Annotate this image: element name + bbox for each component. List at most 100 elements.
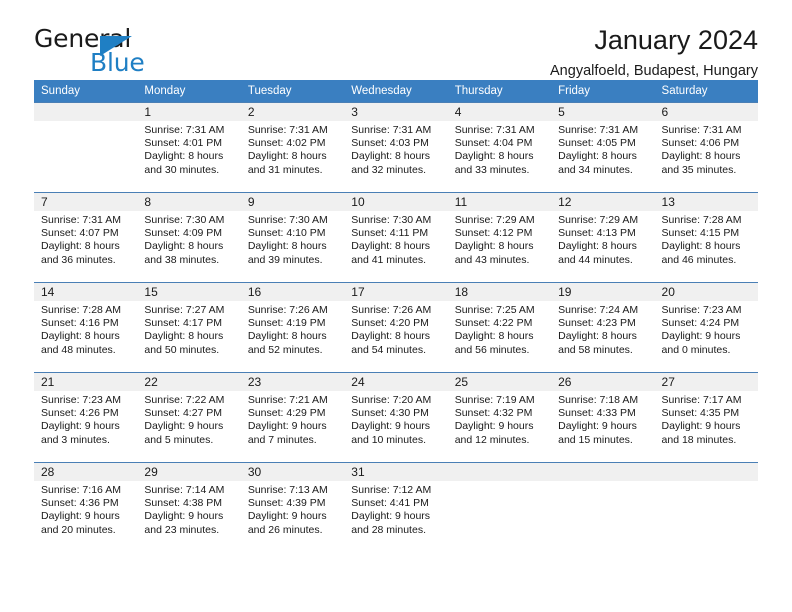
sunset-text: Sunset: 4:03 PM bbox=[351, 137, 429, 150]
calendar-day-cell[interactable]: 8 Sunrise: 7:30 AM Sunset: 4:09 PM Daylight… bbox=[137, 192, 241, 283]
calendar-day-cell[interactable] bbox=[654, 462, 758, 552]
calendar-day-cell[interactable]: 6 Sunrise: 7:31 AM Sunset: 4:06 PM Daylight… bbox=[654, 102, 758, 193]
calendar-day-cell[interactable]: 4 Sunrise: 7:31 AM Sunset: 4:04 PM Daylight… bbox=[447, 102, 552, 193]
day-details: Sunrise: 7:19 AM Sunset: 4:32 PM Daylight:… bbox=[448, 391, 551, 447]
day-details: Sunrise: 7:26 AM Sunset: 4:19 PM Daylight:… bbox=[241, 301, 344, 357]
calendar-header-row: Sunday Monday Tuesday Wednesday Thursday… bbox=[34, 80, 758, 103]
calendar-day-cell[interactable]: 9 Sunrise: 7:30 AM Sunset: 4:10 PM Daylight… bbox=[240, 192, 345, 283]
calendar-week-row: 14 Sunrise: 7:28 AM Sunset: 4:16 PM Dayligh… bbox=[34, 282, 758, 373]
sunrise-text: Sunrise: 7:29 AM bbox=[454, 214, 535, 226]
calendar-day-cell[interactable]: 15 Sunrise: 7:27 AM Sunset: 4:17 PM Dayligh… bbox=[137, 282, 241, 373]
day-details bbox=[34, 121, 137, 124]
calendar-day-cell[interactable]: 11 Sunrise: 7:29 AM Sunset: 4:12 PM Dayligh… bbox=[447, 192, 552, 283]
sunset-text: Sunset: 4:20 PM bbox=[351, 317, 429, 330]
day-number: 29 bbox=[137, 463, 241, 481]
calendar-day-cell[interactable]: 5 Sunrise: 7:31 AM Sunset: 4:05 PM Daylight… bbox=[551, 102, 655, 193]
sunset-text: Sunset: 4:06 PM bbox=[661, 137, 740, 150]
calendar-day-cell[interactable]: 31 Sunrise: 7:12 AM Sunset: 4:41 PM Dayligh… bbox=[344, 462, 448, 552]
day-number: 8 bbox=[137, 193, 241, 211]
sunset-text: Sunset: 4:04 PM bbox=[454, 137, 533, 150]
daylight-text-1: Daylight: 9 hours bbox=[41, 510, 120, 523]
calendar-day-cell[interactable]: 14 Sunrise: 7:28 AM Sunset: 4:16 PM Dayligh… bbox=[34, 282, 138, 373]
calendar-day-cell[interactable] bbox=[34, 102, 138, 193]
calendar-day-cell[interactable]: 20 Sunrise: 7:23 AM Sunset: 4:24 PM Dayligh… bbox=[654, 282, 758, 373]
sunrise-text: Sunrise: 7:28 AM bbox=[661, 214, 742, 226]
daylight-text-2: and 41 minutes. bbox=[351, 253, 426, 266]
daylight-text-1: Daylight: 9 hours bbox=[558, 420, 637, 433]
calendar-day-cell[interactable]: 29 Sunrise: 7:14 AM Sunset: 4:38 PM Dayligh… bbox=[137, 462, 241, 552]
sunrise-text: Sunrise: 7:24 AM bbox=[558, 304, 639, 316]
day-details: Sunrise: 7:28 AM Sunset: 4:15 PM Daylight:… bbox=[655, 211, 758, 267]
general-blue-logo[interactable]: General Blue bbox=[34, 24, 184, 77]
sunrise-text: Sunrise: 7:14 AM bbox=[144, 484, 225, 496]
sunset-text: Sunset: 4:17 PM bbox=[144, 317, 223, 330]
calendar-day-cell[interactable]: 2 Sunrise: 7:31 AM Sunset: 4:02 PM Daylight… bbox=[240, 102, 345, 193]
daylight-text-1: Daylight: 8 hours bbox=[558, 330, 637, 343]
day-number: 31 bbox=[344, 463, 448, 481]
day-number: 20 bbox=[654, 283, 758, 301]
daylight-text-2: and 43 minutes. bbox=[454, 253, 530, 266]
daylight-text-1: Daylight: 8 hours bbox=[558, 150, 637, 163]
daylight-text-2: and 31 minutes. bbox=[247, 163, 323, 176]
calendar-day-cell[interactable]: 24 Sunrise: 7:20 AM Sunset: 4:30 PM Dayligh… bbox=[344, 372, 448, 463]
daylight-text-1: Daylight: 9 hours bbox=[454, 420, 534, 433]
daylight-text-2: and 18 minutes. bbox=[661, 433, 737, 446]
sunset-text: Sunset: 4:30 PM bbox=[351, 407, 429, 420]
day-details: Sunrise: 7:22 AM Sunset: 4:27 PM Daylight:… bbox=[137, 391, 240, 447]
day-number: 6 bbox=[654, 103, 758, 121]
day-details: Sunrise: 7:31 AM Sunset: 4:03 PM Daylight:… bbox=[344, 121, 447, 177]
day-number: 1 bbox=[137, 103, 241, 121]
day-number: 10 bbox=[344, 193, 448, 211]
calendar-day-cell[interactable]: 13 Sunrise: 7:28 AM Sunset: 4:15 PM Dayligh… bbox=[654, 192, 758, 283]
calendar-day-cell[interactable]: 16 Sunrise: 7:26 AM Sunset: 4:19 PM Dayligh… bbox=[240, 282, 345, 373]
day-number: 9 bbox=[240, 193, 345, 211]
calendar-day-cell[interactable]: 18 Sunrise: 7:25 AM Sunset: 4:22 PM Dayligh… bbox=[447, 282, 552, 373]
sunset-text: Sunset: 4:24 PM bbox=[661, 317, 740, 330]
calendar-day-cell[interactable]: 26 Sunrise: 7:18 AM Sunset: 4:33 PM Dayligh… bbox=[551, 372, 655, 463]
sunset-text: Sunset: 4:41 PM bbox=[351, 497, 429, 510]
calendar-body: 1 Sunrise: 7:31 AM Sunset: 4:01 PM Daylight… bbox=[34, 102, 758, 552]
sunset-text: Sunset: 4:12 PM bbox=[454, 227, 533, 240]
sunrise-text: Sunrise: 7:19 AM bbox=[454, 394, 535, 406]
daylight-text-1: Daylight: 9 hours bbox=[351, 510, 431, 523]
calendar-day-cell[interactable]: 21 Sunrise: 7:23 AM Sunset: 4:26 PM Dayligh… bbox=[34, 372, 138, 463]
calendar-day-cell[interactable] bbox=[447, 462, 552, 552]
day-number: 4 bbox=[447, 103, 552, 121]
sunset-text: Sunset: 4:11 PM bbox=[351, 227, 429, 240]
calendar-day-cell[interactable]: 1 Sunrise: 7:31 AM Sunset: 4:01 PM Daylight… bbox=[137, 102, 241, 193]
sunset-text: Sunset: 4:33 PM bbox=[558, 407, 636, 420]
calendar-day-cell[interactable]: 30 Sunrise: 7:13 AM Sunset: 4:39 PM Dayligh… bbox=[240, 462, 345, 552]
calendar-day-cell[interactable]: 25 Sunrise: 7:19 AM Sunset: 4:32 PM Dayligh… bbox=[447, 372, 552, 463]
sunset-text: Sunset: 4:01 PM bbox=[144, 137, 223, 150]
calendar-day-cell[interactable]: 7 Sunrise: 7:31 AM Sunset: 4:07 PM Daylight… bbox=[34, 192, 138, 283]
day-number: 7 bbox=[34, 193, 138, 211]
day-details: Sunrise: 7:30 AM Sunset: 4:09 PM Daylight:… bbox=[137, 211, 240, 267]
day-number: 19 bbox=[551, 283, 655, 301]
weekday-header-thursday: Thursday bbox=[447, 80, 552, 103]
daylight-text-1: Daylight: 9 hours bbox=[41, 420, 120, 433]
daylight-text-2: and 5 minutes. bbox=[144, 433, 214, 446]
calendar-day-cell[interactable]: 17 Sunrise: 7:26 AM Sunset: 4:20 PM Dayligh… bbox=[344, 282, 448, 373]
sunset-text: Sunset: 4:29 PM bbox=[247, 407, 326, 420]
calendar-day-cell[interactable]: 12 Sunrise: 7:29 AM Sunset: 4:13 PM Dayligh… bbox=[551, 192, 655, 283]
daylight-text-2: and 33 minutes. bbox=[454, 163, 530, 176]
sunrise-text: Sunrise: 7:26 AM bbox=[351, 304, 432, 316]
calendar-day-cell[interactable]: 27 Sunrise: 7:17 AM Sunset: 4:35 PM Dayligh… bbox=[654, 372, 758, 463]
daylight-text-1: Daylight: 9 hours bbox=[661, 330, 741, 343]
calendar-day-cell[interactable]: 22 Sunrise: 7:22 AM Sunset: 4:27 PM Dayligh… bbox=[137, 372, 241, 463]
calendar-day-cell[interactable]: 3 Sunrise: 7:31 AM Sunset: 4:03 PM Daylight… bbox=[344, 102, 448, 193]
page-subtitle: Angyalfoeld, Budapest, Hungary bbox=[550, 63, 758, 80]
day-details: Sunrise: 7:23 AM Sunset: 4:26 PM Daylight:… bbox=[34, 391, 137, 447]
calendar-day-cell[interactable]: 23 Sunrise: 7:21 AM Sunset: 4:29 PM Dayligh… bbox=[240, 372, 345, 463]
daylight-text-2: and 32 minutes. bbox=[351, 163, 426, 176]
calendar-day-cell[interactable] bbox=[551, 462, 655, 552]
weekday-header-tuesday: Tuesday bbox=[240, 80, 345, 103]
calendar-day-cell[interactable]: 19 Sunrise: 7:24 AM Sunset: 4:23 PM Dayligh… bbox=[551, 282, 655, 373]
calendar-day-cell[interactable]: 28 Sunrise: 7:16 AM Sunset: 4:36 PM Dayligh… bbox=[34, 462, 138, 552]
daylight-text-2: and 10 minutes. bbox=[351, 433, 426, 446]
daylight-text-2: and 36 minutes. bbox=[41, 253, 116, 266]
calendar-day-cell[interactable]: 10 Sunrise: 7:30 AM Sunset: 4:11 PM Dayligh… bbox=[344, 192, 448, 283]
sunset-text: Sunset: 4:13 PM bbox=[558, 227, 636, 240]
day-number: 16 bbox=[240, 283, 345, 301]
weekday-header-monday: Monday bbox=[137, 80, 241, 103]
